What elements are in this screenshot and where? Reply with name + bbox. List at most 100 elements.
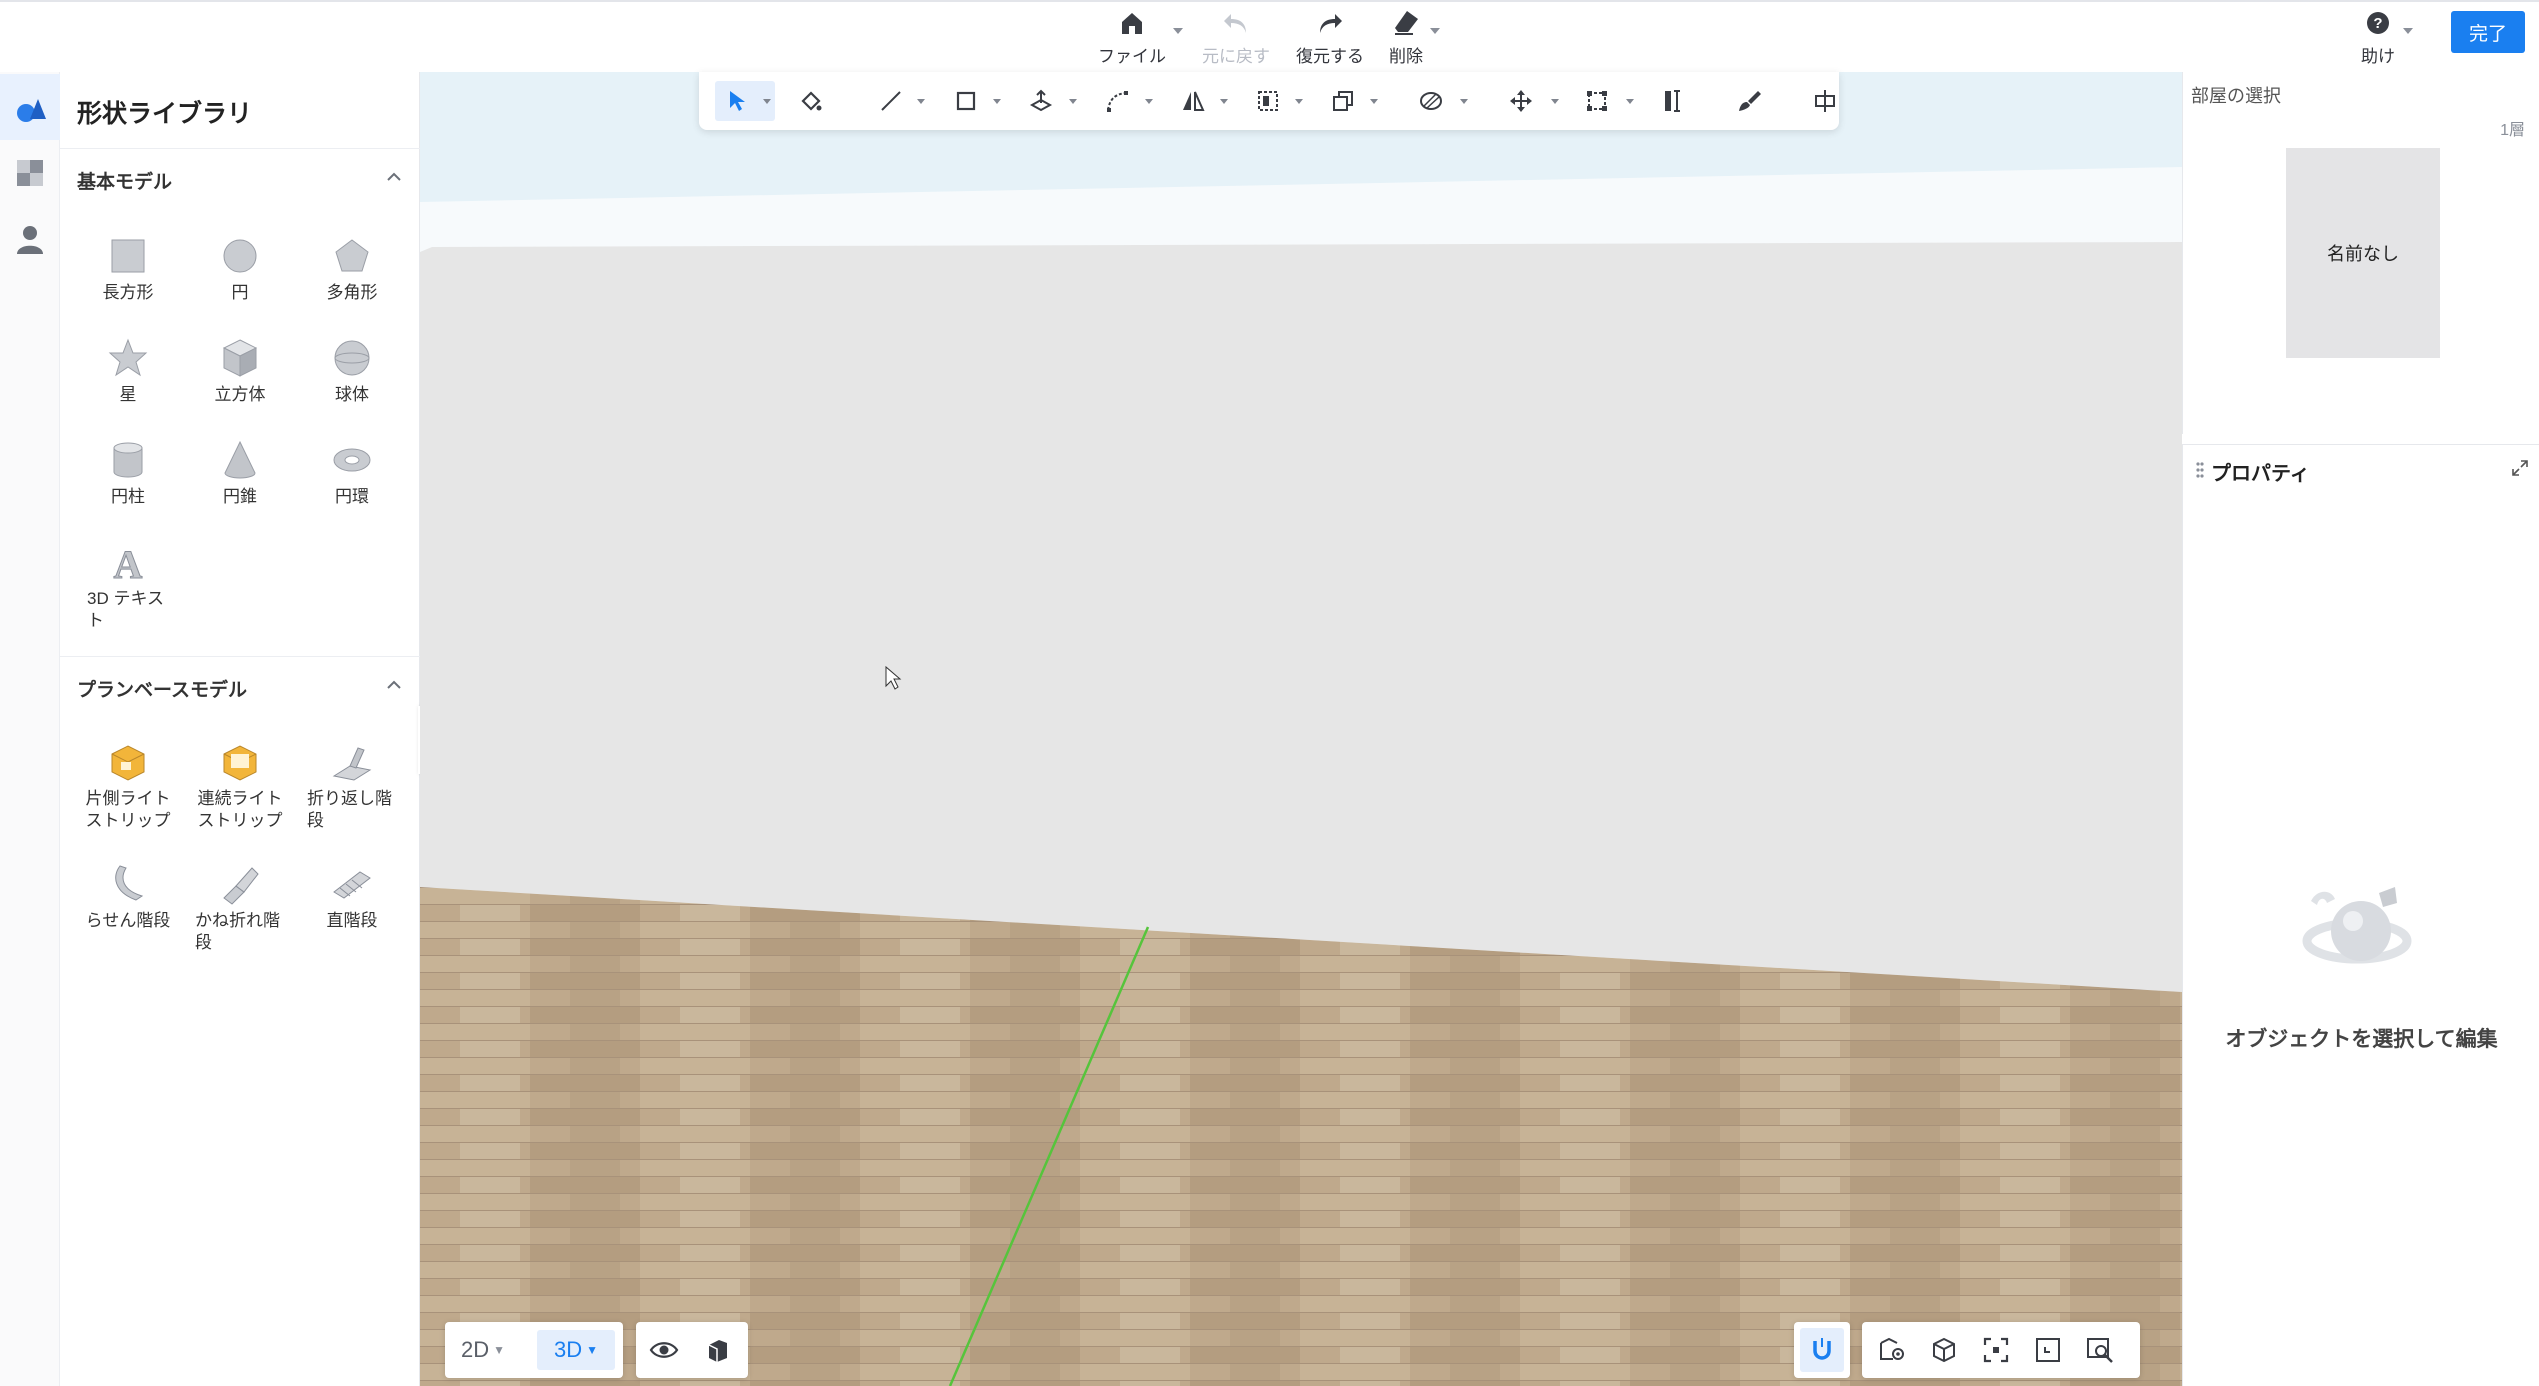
undo-button[interactable]: 元に戻す (1186, 8, 1286, 67)
push-pull-icon (1029, 89, 1053, 112)
paint-tool[interactable] (791, 81, 831, 121)
scale-tool[interactable] (1577, 81, 1617, 121)
file-menu-button[interactable]: ファイル (1082, 8, 1182, 67)
done-button[interactable]: 完了 (2451, 11, 2525, 53)
visibility-button[interactable] (644, 1330, 684, 1370)
plan-l-shaped-stairs[interactable]: かね折れ階段 (185, 862, 295, 954)
push-pull-tool[interactable] (1021, 81, 1061, 121)
plan-one-side-light-strip[interactable]: 片側ライトストリップ (73, 740, 183, 832)
perspective-button[interactable] (1924, 1330, 1964, 1370)
shape-label: 円環 (335, 487, 369, 506)
rail-user[interactable] (0, 206, 60, 272)
brush-icon (1739, 91, 1761, 111)
rectangle-dropdown-caret[interactable] (993, 99, 1001, 104)
light-strip-icon (223, 745, 257, 781)
redo-icon (1320, 14, 1342, 33)
rectangle-tool[interactable] (946, 81, 986, 121)
redo-label: 復元する (1296, 47, 1364, 66)
move-dropdown-caret[interactable] (1551, 99, 1559, 104)
copy-icon (1333, 91, 1353, 111)
scale-dropdown-caret[interactable] (1626, 99, 1634, 104)
2d-label: 2D (460, 1337, 490, 1362)
shape-cube[interactable]: 立方体 (185, 336, 295, 406)
move-tool[interactable] (1501, 81, 1541, 121)
delete-dropdown-caret[interactable] (1430, 28, 1440, 34)
distribute-tool[interactable] (1805, 81, 1845, 121)
shape-cylinder[interactable]: 円柱 (73, 438, 183, 508)
3d-viewport[interactable] (420, 72, 2182, 1386)
plan-straight-stairs[interactable]: 直階段 (297, 862, 407, 932)
2d-view-button[interactable]: 2D ▼ (453, 1330, 513, 1370)
shape-rectangle[interactable]: 長方形 (73, 234, 183, 304)
mirror-dropdown-caret[interactable] (1220, 99, 1228, 104)
help-dropdown-caret[interactable] (2403, 28, 2413, 34)
distribute-icon (1815, 90, 1835, 112)
line-tool[interactable] (871, 81, 911, 121)
rail-shape-library[interactable] (0, 74, 60, 140)
style-brush-tool[interactable] (1729, 81, 1769, 121)
shape-sphere[interactable]: 球体 (297, 336, 407, 406)
cone-icon (224, 440, 256, 479)
copy-dropdown-caret[interactable] (1370, 99, 1378, 104)
drag-handle-icon[interactable] (2195, 461, 2205, 483)
help-icon: ? (2367, 12, 2389, 34)
floor-label[interactable]: 1層 (2500, 116, 2525, 140)
align-dropdown-caret[interactable] (1295, 99, 1303, 104)
plan-label: らせん階段 (85, 911, 171, 930)
shapes-icon (17, 99, 46, 122)
measure-tool[interactable] (1653, 81, 1693, 121)
cube-icon (222, 339, 258, 377)
material-dropdown-caret[interactable] (1460, 99, 1468, 104)
plan-continuous-light-strip[interactable]: 連続ライトストリップ (185, 740, 295, 832)
plan-spiral-stairs[interactable]: らせん階段 (73, 862, 183, 932)
shape-label: 円錐 (223, 487, 257, 506)
shape-star[interactable]: 星 (73, 336, 183, 406)
zoom-selection-button[interactable] (2028, 1330, 2068, 1370)
select-dropdown-caret[interactable] (763, 99, 771, 104)
shape-torus[interactable]: 円環 (297, 438, 407, 508)
shape-label: 円 (231, 283, 249, 302)
plan-models-header[interactable]: プランベースモデル (60, 656, 420, 712)
plan-label: 片側ライトストリップ (85, 789, 171, 830)
path-dropdown-caret[interactable] (1145, 99, 1153, 104)
magnifier-icon (2087, 1338, 2113, 1363)
properties-title: プロパティ (2211, 463, 2310, 485)
file-dropdown-caret[interactable] (1173, 28, 1183, 34)
room-card[interactable]: 名前なし (2286, 148, 2440, 358)
view-settings-button[interactable] (1872, 1330, 1912, 1370)
delete-button[interactable]: 削除 (1356, 8, 1456, 67)
expand-icon[interactable] (2511, 459, 2529, 477)
square-icon (956, 91, 976, 111)
snap-button[interactable] (1800, 1328, 1844, 1372)
shape-3d-text[interactable]: A 3D テキスト (73, 540, 183, 632)
properties-empty-text: オブジェクトを選択して編集 (2225, 1028, 2498, 1051)
3d-view-button[interactable]: 3D ▼ (537, 1330, 615, 1370)
material-tool[interactable] (1411, 81, 1451, 121)
plan-models-title: プランベースモデル (77, 680, 248, 701)
shape-cone[interactable]: 円錐 (185, 438, 295, 508)
basic-models-header[interactable]: 基本モデル (60, 148, 420, 204)
help-button[interactable]: ? 助け (2328, 8, 2428, 67)
zoom-window-button[interactable] (2080, 1330, 2120, 1370)
shape-circle[interactable]: 円 (185, 234, 295, 304)
checker-icon (17, 160, 43, 186)
plan-switchback-stairs[interactable]: 折り返し階段 (297, 740, 407, 832)
l-stairs-icon (223, 867, 259, 905)
rail-materials[interactable] (0, 140, 60, 206)
path-tool[interactable] (1097, 81, 1137, 121)
copy-tool[interactable] (1323, 81, 1363, 121)
push-pull-dropdown-caret[interactable] (1069, 99, 1077, 104)
shape-polygon[interactable]: 多角形 (297, 234, 407, 304)
line-icon (881, 91, 901, 111)
undo-icon (1224, 14, 1246, 33)
svg-text:A: A (114, 542, 143, 584)
section-box-button[interactable] (698, 1330, 738, 1370)
align-tool[interactable] (1248, 81, 1288, 121)
svg-text:?: ? (2373, 15, 2382, 32)
fit-view-button[interactable] (1976, 1330, 2016, 1370)
mirror-tool[interactable] (1173, 81, 1213, 121)
scene-canvas[interactable] (420, 72, 2182, 1386)
line-dropdown-caret[interactable] (917, 99, 925, 104)
plan-label: かね折れ階段 (195, 911, 280, 952)
move-arrows-icon (1510, 90, 1532, 112)
